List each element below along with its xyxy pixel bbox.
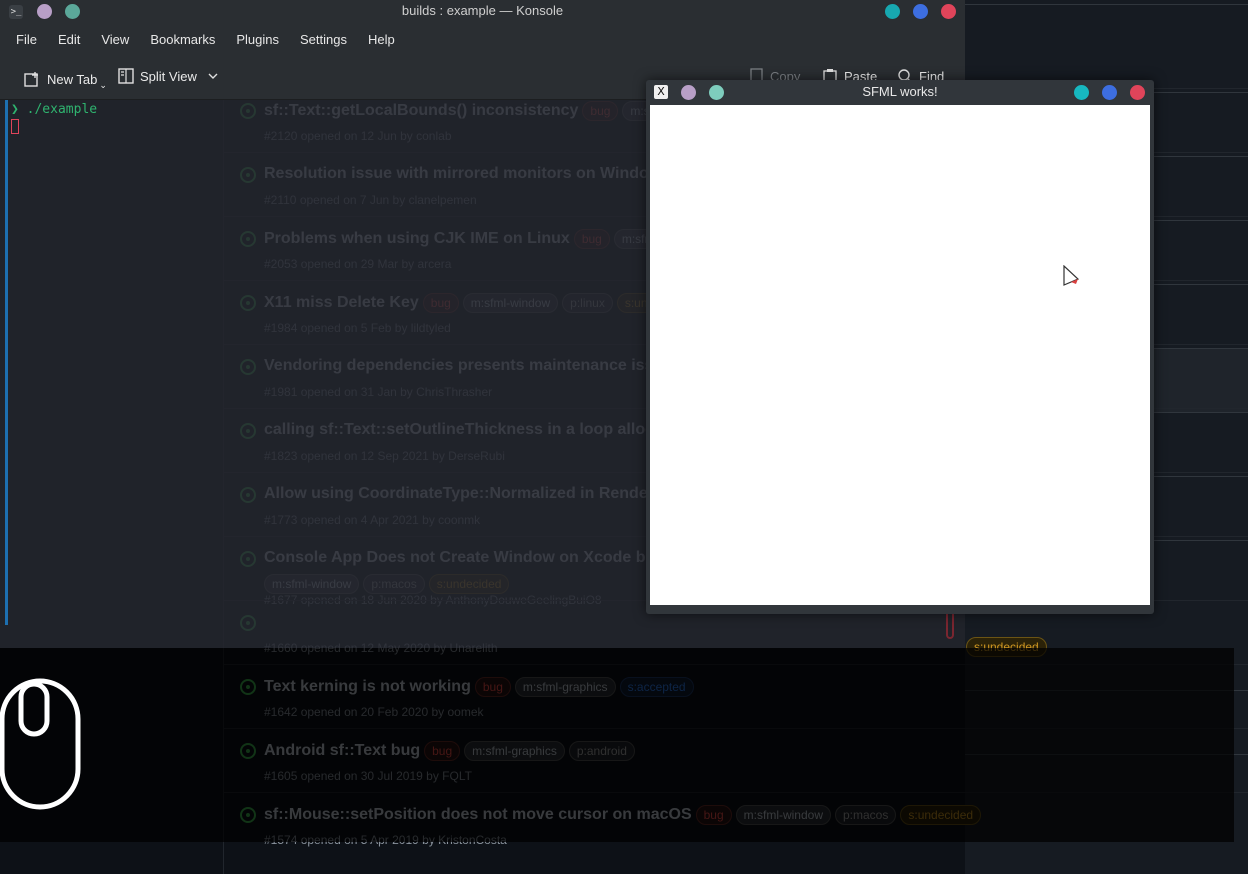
split-view-icon: [118, 68, 134, 84]
maximize-icon[interactable]: [913, 4, 928, 19]
konsole-title: builds : example — Konsole: [401, 3, 564, 18]
input-overlay: [0, 648, 1234, 842]
menu-bookmarks[interactable]: Bookmarks: [150, 32, 215, 47]
mouse-device-icon: [0, 678, 81, 810]
menu-help[interactable]: Help: [368, 32, 395, 47]
chevron-down-icon: ⌄: [99, 80, 107, 90]
maximize-icon[interactable]: [1102, 85, 1117, 100]
new-tab-button[interactable]: New Tab ⌄: [24, 68, 107, 91]
close-icon[interactable]: [1130, 85, 1145, 100]
chevron-down-icon[interactable]: [207, 70, 219, 82]
menu-edit[interactable]: Edit: [58, 32, 80, 47]
right-panel-row: [965, 4, 1248, 5]
terminal-command: ./example: [26, 102, 98, 117]
konsole-titlebar[interactable]: >_ builds : example — Konsole: [0, 0, 965, 24]
split-view-label: Split View: [140, 68, 197, 84]
prompt-glyph: ❯: [11, 102, 19, 117]
menu-plugins[interactable]: Plugins: [236, 32, 279, 47]
new-tab-icon: [24, 72, 38, 87]
split-view-button[interactable]: Split View: [118, 68, 219, 84]
terminal-cursor: [11, 119, 19, 134]
mouse-cursor-icon: [1063, 265, 1080, 286]
terminal-prompt-line: ❯ ./example: [11, 102, 97, 117]
minimize-icon[interactable]: [1074, 85, 1089, 100]
active-session-indicator: [5, 100, 8, 625]
minimize-icon[interactable]: [885, 4, 900, 19]
konsole-menubar: File Edit View Bookmarks Plugins Setting…: [0, 24, 965, 54]
menu-file[interactable]: File: [16, 32, 37, 47]
menu-view[interactable]: View: [101, 32, 129, 47]
close-icon[interactable]: [941, 4, 956, 19]
sfml-render-canvas[interactable]: [650, 105, 1150, 605]
new-tab-label: New Tab: [47, 72, 98, 87]
menu-settings[interactable]: Settings: [300, 32, 347, 47]
